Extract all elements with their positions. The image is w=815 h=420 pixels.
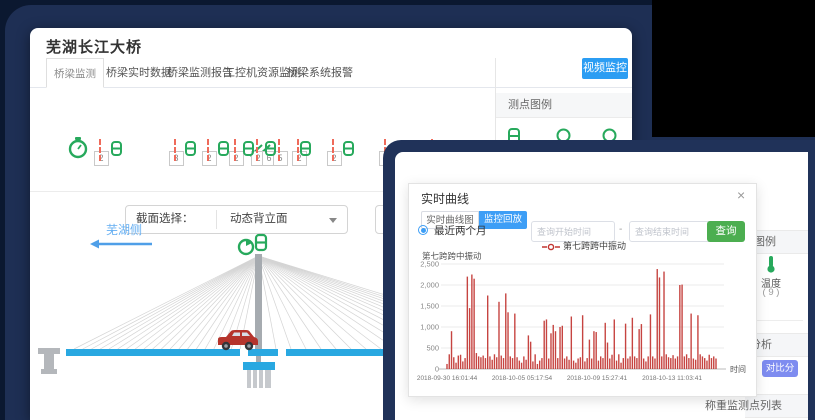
svg-text:0: 0 (435, 365, 439, 374)
bridge-deck (66, 349, 240, 356)
alarm-dash-line (99, 139, 101, 161)
date-range-separator: - (619, 224, 622, 235)
svg-text:2018-10-05 05:17:54: 2018-10-05 05:17:54 (492, 375, 553, 382)
query-button[interactable]: 查询 (707, 221, 745, 242)
sensor-count-badge: 2 (327, 151, 342, 166)
realtime-curve-dialog: 实时曲线 × 实时曲线图 监控回放 最近两个月 - 查询 第七跨跨中 (408, 183, 757, 397)
selector-divider (216, 210, 217, 229)
legend-panel-header: 测点图例 (496, 93, 632, 118)
svg-text:2018-10-09 15:27:41: 2018-10-09 15:27:41 (567, 375, 628, 382)
alarm-dash-line (207, 139, 209, 161)
svg-text:2,500: 2,500 (420, 260, 439, 269)
link-sensor-icon[interactable] (300, 141, 311, 156)
stopwatch-icon[interactable] (68, 137, 88, 159)
tower-foundation (247, 370, 271, 388)
alarm-dash-line (234, 139, 236, 161)
black-screen-region (652, 0, 815, 137)
alarm-dash-line (278, 139, 280, 161)
panel-divider (757, 320, 803, 321)
alarm-dash-line (256, 139, 258, 161)
svg-text:时间: 时间 (730, 364, 746, 374)
page-title: 芜湖长江大桥 (46, 36, 142, 57)
recent-two-months-radio[interactable] (418, 225, 428, 235)
compare-analysis-button[interactable]: 对比分析 (762, 360, 798, 377)
rotation-sensor-icon[interactable] (239, 240, 253, 254)
vibration-chart: 0 500 1,000 1,500 2,000 2,500 2018-09-30 16:01… (417, 248, 758, 394)
section-dropdown[interactable]: 动态背立面 (230, 206, 288, 233)
link-sensor-icon[interactable] (343, 141, 354, 156)
section-selector-label: 截面选择： (136, 206, 194, 233)
alarm-dash-line (174, 139, 176, 161)
dialog-title: 实时曲线 (421, 190, 469, 207)
chevron-down-icon[interactable] (329, 218, 337, 223)
link-sensor-icon[interactable] (185, 141, 196, 156)
query-end-time-input[interactable] (629, 221, 713, 242)
tower-pier-cap (243, 362, 275, 370)
sensor-count-badge: 3 (169, 151, 184, 166)
link-sensor-icon[interactable] (218, 141, 229, 156)
svg-text:1,000: 1,000 (420, 323, 439, 332)
screen: 芜湖长江大桥 桥梁监测 桥梁实时数据 桥梁监测报告 工控机资源监测 桥梁系统报警… (0, 0, 815, 420)
chart-legend[interactable]: 第七跨跨中振动 (542, 236, 626, 248)
weigh-list-section-header: 称重监测点列表 (745, 394, 808, 418)
car-graphic (218, 330, 258, 350)
weigh-list-header-text: 称重监测点列表 (705, 395, 782, 417)
radio-label: 最近两个月 (434, 223, 487, 238)
sensor-count-badge: 2 (94, 151, 109, 166)
thermometer-icon[interactable] (766, 256, 776, 273)
svg-text:2018-10-13 11:03:41: 2018-10-13 11:03:41 (642, 375, 702, 382)
svg-text:2,000: 2,000 (420, 281, 439, 290)
link-sensor-icon[interactable] (243, 141, 254, 156)
svg-text:1,500: 1,500 (420, 302, 439, 311)
link-sensor-icon[interactable] (265, 141, 276, 156)
close-icon[interactable]: × (737, 187, 745, 203)
radio-dot (421, 228, 426, 233)
legend-panel-title: 测点图例 (508, 93, 552, 117)
left-pier (38, 348, 60, 374)
svg-text:2018-09-30 16:01:44: 2018-09-30 16:01:44 (417, 375, 478, 382)
sensor-count-badge: 2 (202, 151, 217, 166)
sensor-count-badge: 2 (229, 151, 244, 166)
overlay-window: 测点图例 温度 ( 9 ) 对比分析 对比分析 称重监测点列表 实时曲线 × 实… (383, 140, 815, 420)
link-sensor-icon[interactable] (111, 141, 122, 156)
alarm-dash-line (332, 139, 334, 161)
link-sensor-icon[interactable] (256, 235, 266, 250)
overlay-window-content: 测点图例 温度 ( 9 ) 对比分析 对比分析 称重监测点列表 实时曲线 × 实… (395, 152, 808, 420)
svg-text:500: 500 (426, 344, 439, 353)
